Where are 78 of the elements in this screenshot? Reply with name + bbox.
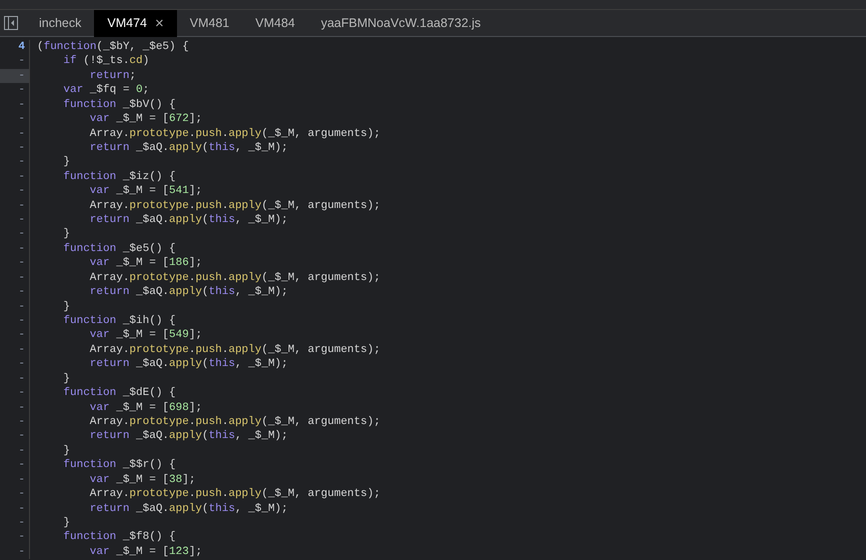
code-line: if (!$_ts.cd) xyxy=(62,54,150,69)
line-number: - xyxy=(0,98,30,112)
code-line: } xyxy=(62,300,70,314)
code-line: } xyxy=(62,516,70,530)
file-tab[interactable]: VM481 xyxy=(176,10,242,36)
line-number: - xyxy=(0,414,30,430)
code-line: return _$aQ.apply(this, _$_M); xyxy=(88,213,288,228)
code-line: } xyxy=(62,372,70,386)
code-line: Array.prototype.push.apply(_$_M, arguments); xyxy=(88,126,380,141)
line-number: - xyxy=(0,400,30,415)
line-number: - xyxy=(0,270,30,286)
line-number: - xyxy=(0,372,30,386)
line-number: - xyxy=(0,213,30,228)
line-number: - xyxy=(0,328,30,343)
code-line: function _$e5() { xyxy=(62,242,176,256)
code-line: return _$aQ.apply(this, _$_M); xyxy=(88,429,288,444)
code-line: return; xyxy=(88,68,136,84)
code-line: Array.prototype.push.apply(_$_M, arguments); xyxy=(88,487,380,502)
line-number: - xyxy=(0,544,30,560)
code-line: function _$$r() { xyxy=(62,458,176,473)
line-number: - xyxy=(0,155,30,170)
line-number: - xyxy=(0,300,30,314)
code-line: var _$_M = [541]; xyxy=(88,184,202,199)
code-line: (function(_$bY, _$e5) { xyxy=(36,40,189,54)
code-line: var _$_M = [186]; xyxy=(88,256,202,271)
file-tab[interactable]: yaaFBMNoaVcW.1aa8732.js xyxy=(308,10,494,36)
code-line: var _$_M = [549]; xyxy=(88,328,202,343)
code-line: return _$aQ.apply(this, _$_M); xyxy=(88,357,288,372)
line-number: - xyxy=(0,198,30,214)
sidebar-toggle-icon[interactable] xyxy=(4,16,18,30)
line-number: - xyxy=(0,184,30,199)
code-line: Array.prototype.push.apply(_$_M, arguments); xyxy=(88,198,380,214)
line-number: - xyxy=(0,458,30,473)
code-line: function _$f8() { xyxy=(62,530,176,545)
file-tab[interactable]: VM484 xyxy=(242,10,308,36)
line-number: - xyxy=(0,112,30,127)
code-line: var _$_M = [698]; xyxy=(88,400,202,415)
line-number: - xyxy=(0,357,30,372)
line-number: 4 xyxy=(0,40,30,54)
line-number: - xyxy=(0,530,30,545)
file-tab[interactable]: VM474 × xyxy=(94,10,177,36)
code-line: } xyxy=(62,155,70,170)
file-tab[interactable]: incheck xyxy=(26,10,94,36)
line-number: - xyxy=(0,83,30,98)
line-number: - xyxy=(0,444,30,458)
line-number: - xyxy=(0,502,30,516)
code-line: function _$ih() { xyxy=(62,314,176,328)
line-number: - xyxy=(0,68,30,84)
line-number: - xyxy=(0,140,30,156)
code-line: var _$fq = 0; xyxy=(62,83,150,98)
code-line: Array.prototype.push.apply(_$_M, arguments); xyxy=(88,414,380,430)
code-line: function _$dE() { xyxy=(62,386,176,401)
line-number: - xyxy=(0,487,30,502)
line-number: - xyxy=(0,170,30,184)
line-number: - xyxy=(0,516,30,530)
code-line: return _$aQ.apply(this, _$_M); xyxy=(88,140,288,156)
line-number: - xyxy=(0,256,30,271)
code-line: Array.prototype.push.apply(_$_M, arguments); xyxy=(88,270,380,286)
line-number: - xyxy=(0,126,30,141)
line-number: - xyxy=(0,429,30,444)
line-number: - xyxy=(0,242,30,256)
line-number: - xyxy=(0,285,30,300)
line-number: - xyxy=(0,227,30,242)
code-line: function _$bV() { xyxy=(62,98,176,112)
code-line: var _$_M = [672]; xyxy=(88,112,202,127)
code-line: Array.prototype.push.apply(_$_M, arguments); xyxy=(88,342,380,358)
line-number: - xyxy=(0,314,30,328)
code-line: return _$aQ.apply(this, _$_M); xyxy=(88,285,288,300)
code-line: var _$_M = [38]; xyxy=(88,472,196,488)
line-number: - xyxy=(0,472,30,488)
line-number: - xyxy=(0,342,30,358)
code-line: } xyxy=(62,444,70,458)
line-number: - xyxy=(0,386,30,401)
close-icon[interactable]: × xyxy=(155,16,164,30)
code-line: } xyxy=(62,227,70,242)
code-line: return _$aQ.apply(this, _$_M); xyxy=(88,502,288,516)
code-line: function _$iz() { xyxy=(62,170,176,184)
code-line: var _$_M = [123]; xyxy=(88,544,202,560)
